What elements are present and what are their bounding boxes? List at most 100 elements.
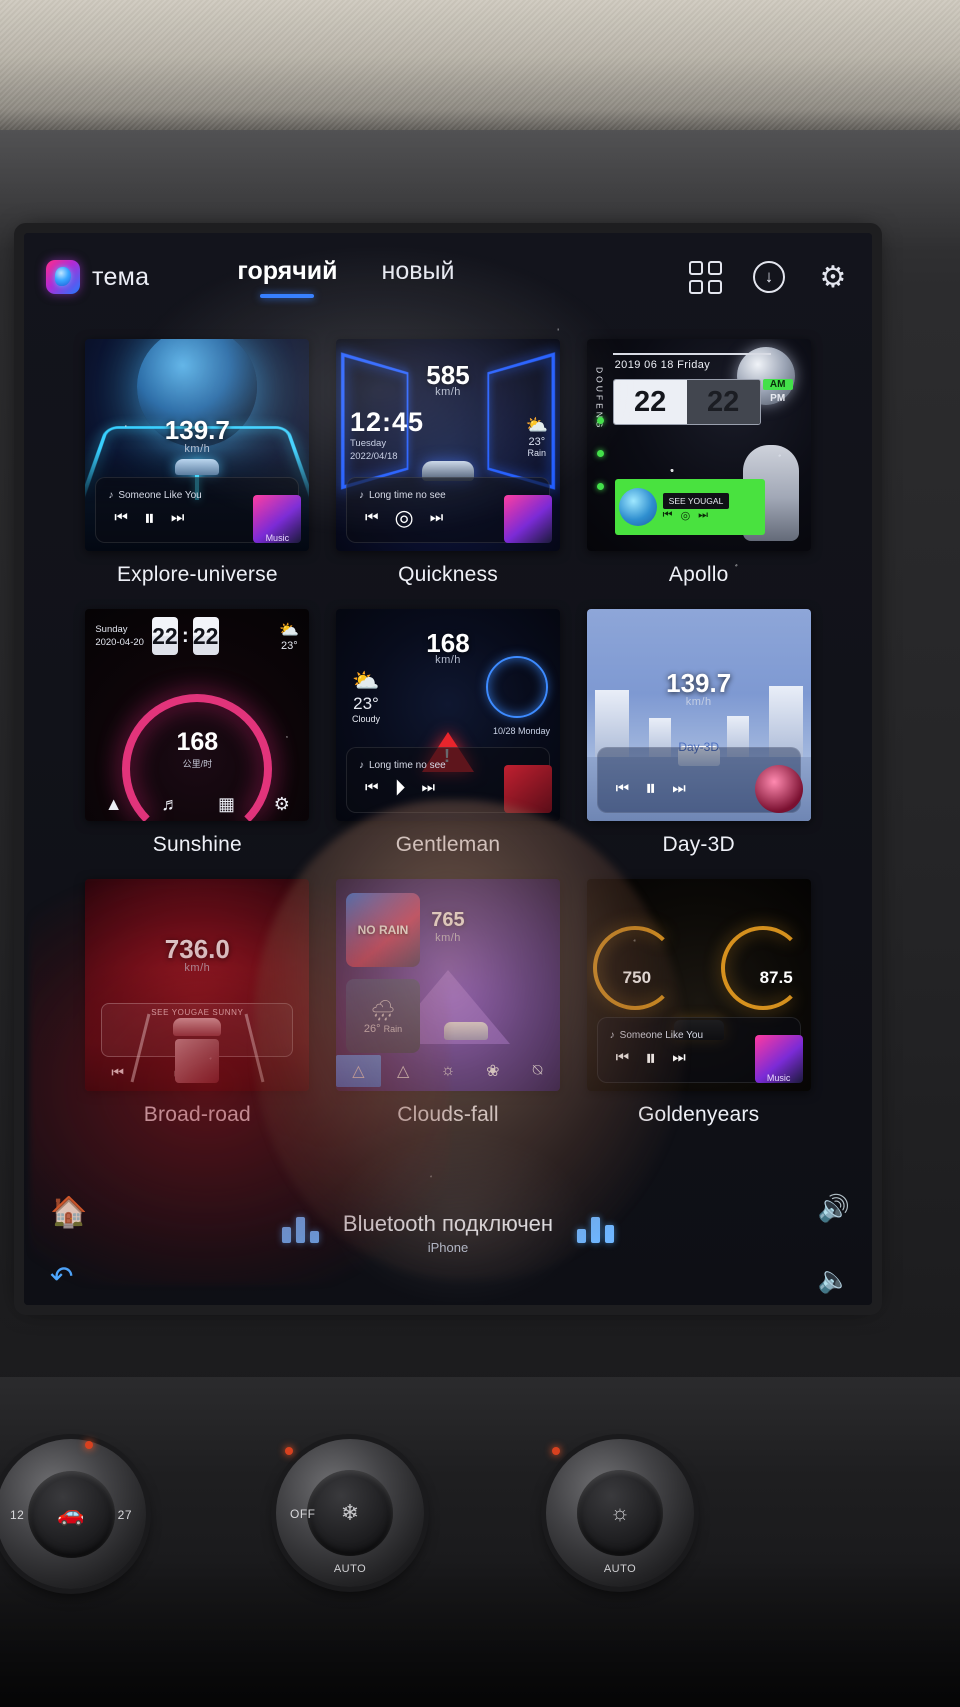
theme-card-apollo[interactable]: DOUFENG 2019 06 18 Friday 22 22 AM PM SE… bbox=[573, 339, 824, 603]
media-panel[interactable]: SEE YOUGAL ⏮ ◎ ⏭ bbox=[614, 479, 765, 535]
previous-track-icon[interactable]: ⏮ bbox=[663, 509, 673, 522]
next-track-icon[interactable]: ⏭ bbox=[698, 509, 708, 522]
theme-preview[interactable]: 765 km/h NO RAIN 🌧 26° Rain △ △ ☼ ❀ ⍉ bbox=[335, 879, 560, 1091]
volume-up-icon[interactable]: 🔊 bbox=[818, 1193, 850, 1224]
volume-down-icon[interactable]: 🔈 bbox=[818, 1264, 850, 1295]
device-name: iPhone bbox=[427, 1240, 469, 1255]
music-note-icon: ♪ bbox=[108, 489, 114, 501]
next-track-icon[interactable]: ⏭ bbox=[672, 1049, 686, 1066]
next-track-icon[interactable]: ⏭ bbox=[672, 780, 686, 797]
weather-icon: ⛅ bbox=[279, 622, 300, 639]
back-arrow-icon[interactable]: ↶ bbox=[50, 1260, 73, 1293]
previous-track-icon[interactable]: ⏮ bbox=[365, 509, 379, 526]
theme-card-quickness[interactable]: 12:45 Tuesday 2022/04/18 ⛅ 23° Rain 585 … bbox=[323, 339, 574, 603]
theme-preview[interactable]: 12:45 Tuesday 2022/04/18 ⛅ 23° Rain 585 … bbox=[335, 339, 560, 551]
clock-minute: 22 bbox=[686, 380, 760, 424]
theme-preview[interactable]: 139.7 km/h ♪ Someone Like You ⏮ ⏸ ⏭ Musi… bbox=[85, 339, 310, 551]
navigation-icon[interactable]: △ bbox=[335, 1055, 381, 1087]
previous-track-icon[interactable]: ⏮ bbox=[114, 509, 128, 526]
theme-preview[interactable]: 736.0 km/h SEE YOUGAE SUNNY ⏮ ⏭ bbox=[85, 879, 310, 1091]
compass-icon[interactable]: ⍉ bbox=[515, 1062, 560, 1080]
pm-label: PM bbox=[770, 393, 786, 404]
theme-name: Sunshine bbox=[152, 833, 242, 856]
previous-track-icon[interactable]: ⏮ bbox=[616, 1049, 630, 1066]
pause-icon[interactable]: ⏸ bbox=[645, 775, 656, 801]
driver-temp-knob[interactable]: 12 27 🚗 bbox=[0, 1439, 146, 1589]
date-label: 10/28 Monday bbox=[492, 725, 550, 736]
tab-new[interactable]: новый bbox=[382, 257, 455, 298]
theme-preview[interactable]: ⛅ 23° Cloudy 10/28 Monday 168 km/h ♪ Lon… bbox=[335, 609, 560, 821]
theme-card-broad-road[interactable]: 736.0 km/h SEE YOUGAE SUNNY ⏮ ⏭ Broad-ro… bbox=[72, 879, 323, 1143]
theme-card-explore-universe[interactable]: 139.7 km/h ♪ Someone Like You ⏮ ⏸ ⏭ Musi… bbox=[72, 339, 323, 603]
app-dock[interactable]: ▲ ♬ ▦ ⚙ bbox=[85, 794, 309, 815]
theme-preview[interactable]: Sunday 2020-04-20 22 : 22 ⛅ 23° 168 公里/时… bbox=[85, 609, 310, 821]
audio-level-left bbox=[282, 1217, 319, 1243]
theme-card-gentleman[interactable]: ⛅ 23° Cloudy 10/28 Monday 168 km/h ♪ Lon… bbox=[323, 609, 574, 873]
home-icon[interactable]: 🏠 bbox=[50, 1195, 87, 1230]
theme-name: Goldenyears bbox=[638, 1103, 760, 1126]
audio-level-right bbox=[577, 1217, 614, 1243]
speed-unit: km/h bbox=[685, 695, 712, 708]
navigation-icon[interactable]: ▲ bbox=[105, 794, 123, 815]
warning-icon[interactable]: △ bbox=[381, 1061, 426, 1081]
music-note-icon: ♪ bbox=[358, 489, 364, 501]
speed-unit: km/h bbox=[435, 653, 461, 666]
settings-icon[interactable]: ⚙ bbox=[274, 794, 290, 815]
globe-icon bbox=[618, 488, 657, 526]
next-track-icon[interactable]: ⏭ bbox=[430, 509, 444, 526]
defrost-icon[interactable]: ☼ bbox=[426, 1062, 471, 1080]
fan-auto-label: AUTO bbox=[333, 1563, 367, 1575]
head-unit-screen[interactable]: тема горячий новый ↓ ⚙ 139.7 km/h ♪ Some… bbox=[24, 233, 872, 1305]
pause-icon[interactable]: ⏸ bbox=[144, 505, 155, 531]
clock-hour: 22 bbox=[613, 380, 687, 424]
car-graphic bbox=[443, 1022, 488, 1041]
apps-icon[interactable]: ▦ bbox=[218, 794, 235, 815]
passenger-temp-knob[interactable]: AUTO ☼ bbox=[546, 1439, 694, 1587]
speed-value: 139.7 bbox=[164, 415, 230, 446]
seat-icon: 🚗 bbox=[27, 1470, 115, 1558]
driver-knob-indicator bbox=[85, 1441, 93, 1449]
next-track-icon[interactable]: ⏭ bbox=[422, 779, 436, 796]
tab-bar[interactable]: горячий новый bbox=[237, 257, 454, 298]
media-status: Bluetooth подключен iPhone bbox=[343, 1211, 553, 1255]
album-art bbox=[754, 765, 803, 813]
record-icon[interactable]: ◎ bbox=[681, 509, 691, 522]
header-actions[interactable]: ↓ ⚙ bbox=[688, 260, 850, 294]
previous-track-icon[interactable]: ⏮ bbox=[616, 780, 630, 797]
weather-temp: 23° bbox=[281, 640, 298, 652]
theme-preview[interactable]: DOUFENG 2019 06 18 Friday 22 22 AM PM SE… bbox=[586, 339, 811, 551]
previous-track-icon[interactable]: ⏮ bbox=[111, 1064, 124, 1081]
theme-card-clouds-fall[interactable]: 765 km/h NO RAIN 🌧 26° Rain △ △ ☼ ❀ ⍉ Cl… bbox=[323, 879, 574, 1143]
grid-view-icon[interactable] bbox=[688, 260, 722, 294]
gear-icon[interactable]: ⚙ bbox=[816, 260, 850, 294]
app-brand: тема bbox=[46, 260, 149, 294]
weather-temp: 23° bbox=[528, 436, 546, 449]
passenger-knob-indicator bbox=[552, 1447, 560, 1455]
theme-card-sunshine[interactable]: Sunday 2020-04-20 22 : 22 ⛅ 23° 168 公里/时… bbox=[72, 609, 323, 873]
defrost-icon: ☼ bbox=[577, 1470, 663, 1556]
theme-card-day-3d[interactable]: 139.7 km/h Day-3D ⏮ ⏸ ⏭ Day-3D bbox=[573, 609, 824, 873]
date: 2020-04-20 bbox=[95, 637, 144, 648]
previous-track-icon[interactable]: ⏮ bbox=[365, 779, 379, 796]
driver-temp-min: 12 bbox=[10, 1508, 25, 1522]
theme-card-goldenyears[interactable]: 750 87.5 ♪ Someone Like You ⏮ ⏸ ⏭ Music … bbox=[573, 879, 824, 1143]
theme-app-icon bbox=[46, 260, 80, 294]
next-track-icon[interactable]: ⏭ bbox=[171, 509, 185, 526]
pause-icon[interactable]: ⏸ bbox=[645, 1045, 656, 1071]
climate-dock[interactable]: △ △ ☼ ❀ ⍉ bbox=[335, 1055, 560, 1087]
theme-grid[interactable]: 139.7 km/h ♪ Someone Like You ⏮ ⏸ ⏭ Musi… bbox=[24, 321, 872, 1143]
theme-preview[interactable]: 750 87.5 ♪ Someone Like You ⏮ ⏸ ⏭ Music bbox=[586, 879, 811, 1091]
player-controls[interactable]: ⏮ ◎ ⏭ bbox=[663, 509, 730, 522]
theme-preview[interactable]: 139.7 km/h Day-3D ⏮ ⏸ ⏭ bbox=[586, 609, 811, 821]
album-art[interactable]: NO RAIN bbox=[345, 893, 420, 967]
system-bottom-bar[interactable]: 🏠 ↶ Bluetooth подключен iPhone 🔊 🔈 bbox=[24, 1187, 872, 1305]
record-icon[interactable]: ◎ bbox=[395, 505, 414, 531]
album-art: Music bbox=[253, 495, 302, 543]
tab-hot[interactable]: горячий bbox=[237, 257, 337, 298]
play-icon[interactable]: ⏵ bbox=[395, 775, 406, 801]
speed-unit: km/h bbox=[184, 442, 211, 455]
music-icon[interactable]: ♬ bbox=[161, 794, 179, 815]
download-icon[interactable]: ↓ bbox=[752, 260, 786, 294]
fan-icon[interactable]: ❀ bbox=[470, 1061, 515, 1081]
fan-mode-knob[interactable]: OFF AUTO ❄ bbox=[276, 1439, 424, 1587]
